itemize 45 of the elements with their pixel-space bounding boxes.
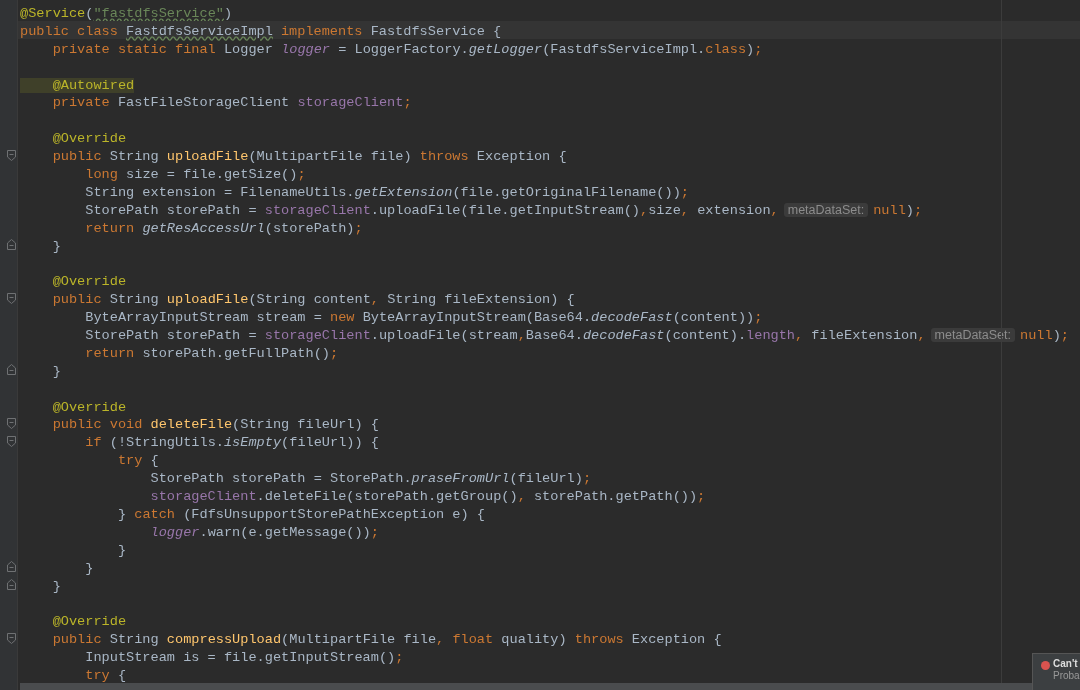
code-line: return getResAccessUrl(storePath); <box>84 220 363 236</box>
fold-icon[interactable] <box>7 149 16 161</box>
code-line: StorePath storePath = storageClient.uploadFile(stream,Base64.decodeFast(content).length, fileExtension, metaDataSet: null); <box>84 328 1069 344</box>
fold-icon[interactable] <box>7 632 16 644</box>
code-line: } <box>84 560 94 576</box>
code-line: public String compressUpload(MultipartFile file, float quality) throws Exception { <box>51 632 722 648</box>
code-line: @Override <box>51 399 127 415</box>
code-line: return storePath.getFullPath(); <box>84 345 339 361</box>
fold-icon[interactable] <box>7 417 16 429</box>
code-line: storageClient.deleteFile(storePath.getGroup(), storePath.getPath()); <box>149 489 706 505</box>
code-line: @Override <box>51 131 127 147</box>
code-line: if (!StringUtils.isEmpty(fileUrl)) { <box>84 435 379 451</box>
code-line: @Service("fastdfsService") <box>20 6 233 21</box>
fold-icon[interactable] <box>7 239 16 250</box>
code-line: public void deleteFile(String fileUrl) { <box>51 417 379 433</box>
code-line: @Override <box>51 614 127 630</box>
code-line: } catch (FdfsUnsupportStorePathException e) { <box>116 506 485 522</box>
code-line: try { <box>84 667 127 683</box>
horizontal-scrollbar[interactable] <box>20 683 1032 690</box>
fold-icon[interactable] <box>7 292 16 304</box>
code-line: } <box>51 578 61 594</box>
code-line: public class FastdfsServiceImpl implements FastdfsService { <box>20 23 502 39</box>
code-line: StorePath storePath = StorePath.praseFromUrl(fileUrl); <box>149 471 592 487</box>
code-line: ByteArrayInputStream stream = new ByteArrayInputStream(Base64.decodeFast(content)); <box>84 310 763 326</box>
fold-icon[interactable] <box>7 435 16 447</box>
notification-title: Can't <box>1053 658 1079 670</box>
code-line: private FastFileStorageClient storageClient; <box>51 95 412 111</box>
code-line: InputStream is = file.getInputStream(); <box>84 650 404 666</box>
error-icon <box>1041 661 1050 670</box>
code-line: StorePath storePath = storageClient.uploadFile(file.getInputStream(),size, extension, metaDataSet: null); <box>84 202 923 218</box>
code-line: @Override <box>51 274 127 290</box>
code-line: private static final Logger logger = LoggerFactory.getLogger(FastdfsServiceImpl.class); <box>51 41 763 57</box>
notification-text: Proba <box>1053 670 1080 682</box>
fold-icon[interactable] <box>7 578 16 590</box>
code-line: } <box>51 363 61 379</box>
code-line: } <box>116 542 127 558</box>
code-line: String extension = FilenameUtils.getExtension(file.getOriginalFilename()); <box>84 184 689 200</box>
code-line: logger.warn(e.getMessage()); <box>149 524 379 540</box>
code-line: long size = file.getSize(); <box>84 167 306 182</box>
code-line: try { <box>116 453 159 469</box>
fold-icon[interactable] <box>7 364 16 376</box>
code-line: public String uploadFile(String content, String fileExtension) { <box>51 292 575 308</box>
code-line: } <box>51 238 61 254</box>
fold-icon[interactable] <box>7 561 16 573</box>
code-line: public String uploadFile(MultipartFile file) throws Exception { <box>51 149 567 165</box>
